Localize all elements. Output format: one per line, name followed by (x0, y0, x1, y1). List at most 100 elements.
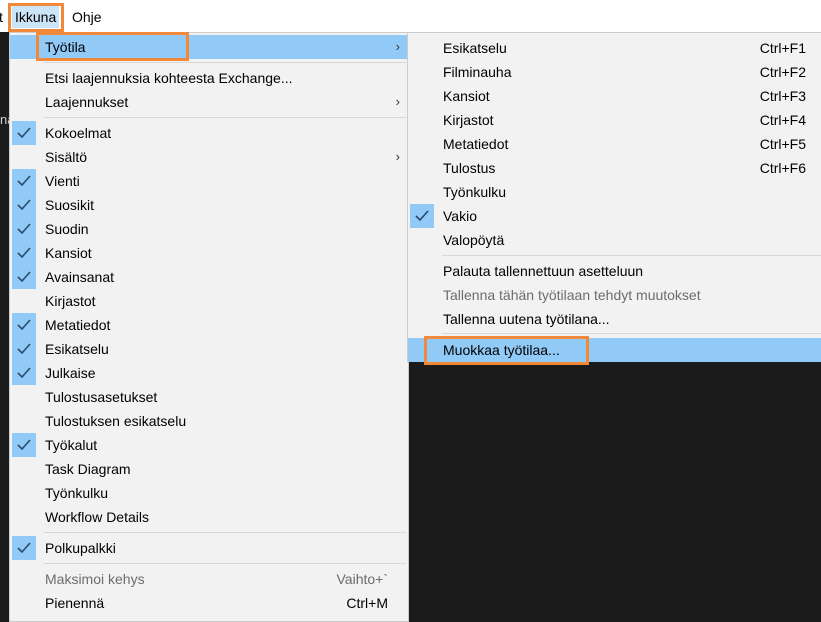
checkmark-icon (410, 204, 434, 228)
menu-item-vienti[interactable]: Vienti (10, 169, 408, 193)
menu-item-label: Vienti (45, 173, 80, 189)
menu-item-shortcut: Vaihto+` (336, 571, 389, 587)
menu-bar-item-help[interactable]: Ohje (69, 6, 105, 28)
menu-item-tyotila[interactable]: Työtila › (10, 35, 408, 59)
workspace-submenu: Esikatselu Ctrl+F1 Filminauha Ctrl+F2 Kansio… (407, 32, 821, 362)
menu-item-label: Työkalut (45, 437, 98, 453)
menu-item-shortcut: Ctrl+F3 (759, 88, 806, 104)
menu-item-kirjastot[interactable]: Kirjastot Ctrl+F4 (408, 108, 821, 132)
menu-item-kokoelmat[interactable]: Kokoelmat (10, 121, 408, 145)
menu-item-tallenna-tahan-tyotilaan-tehdyt-muutokset[interactable]: Tallenna tähän työtilaan tehdyt muutokse… (408, 283, 821, 307)
menu-item-shortcut: Ctrl+F2 (759, 64, 806, 80)
menu-item-label: Työnkulku (45, 485, 109, 501)
menu-separator (44, 117, 406, 118)
menu-item-label: Kokoelmat (45, 125, 112, 141)
menu-item-shortcut: Ctrl+M (346, 595, 388, 611)
menu-item-pienenna[interactable]: Pienennä Ctrl+M (10, 591, 408, 615)
menu-item-maksimoi-kehys[interactable]: Maksimoi kehys Vaihto+` (10, 567, 408, 591)
menu-item-label: Workflow Details (45, 509, 149, 525)
menu-item-esikatselu[interactable]: Esikatselu Ctrl+F1 (408, 36, 821, 60)
menu-item-label: Kirjastot (45, 293, 96, 309)
menu-item-esikatselu[interactable]: Esikatselu (10, 337, 408, 361)
menu-item-label: Kansiot (45, 245, 92, 261)
menu-item-tallenna-uutena-tyotilana[interactable]: Tallenna uutena työtilana... (408, 307, 821, 331)
menu-item-tulostusasetukset[interactable]: Tulostusasetukset (10, 385, 408, 409)
menu-item-label: Työnkulku (443, 184, 507, 200)
menu-item-shortcut: Ctrl+F1 (759, 40, 806, 56)
window-menu: Työtila › Etsi laajennuksia kohteesta Exch… (9, 32, 409, 622)
menu-separator (442, 333, 821, 334)
menu-item-sisalto[interactable]: Sisältö › (10, 145, 408, 169)
menu-item-tyokalut[interactable]: Työkalut (10, 433, 408, 457)
menu-item-label: Laajennukset (45, 94, 129, 110)
chevron-right-icon: › (395, 149, 400, 164)
menu-item-label: Polkupalkki (45, 540, 116, 556)
menu-item-metatiedot[interactable]: Metatiedot (10, 313, 408, 337)
menu-item-label: Tulostus (443, 160, 496, 176)
menu-separator (44, 532, 406, 533)
menu-item-label: Filminauha (443, 64, 512, 80)
checkmark-icon (12, 193, 36, 217)
checkmark-icon (12, 241, 36, 265)
menu-item-shortcut: Ctrl+F4 (759, 112, 806, 128)
menu-item-label: Vakio (443, 208, 477, 224)
menu-item-avainsanat[interactable]: Avainsanat (10, 265, 408, 289)
menu-item-polkupalkki[interactable]: Polkupalkki (10, 536, 408, 560)
menu-item-vakio[interactable]: Vakio (408, 204, 821, 228)
menu-item-etsi-laajennuksia-kohteesta-exchange[interactable]: Etsi laajennuksia kohteesta Exchange... (10, 66, 408, 90)
menu-bar-item-window[interactable]: Ikkuna (12, 6, 60, 28)
menu-item-suosikit[interactable]: Suosikit (10, 193, 408, 217)
checkmark-icon (12, 361, 36, 385)
menu-item-task-diagram[interactable]: Task Diagram (10, 457, 408, 481)
menu-item-muokkaa-tyotilaa[interactable]: Muokkaa työtilaa... (408, 338, 821, 362)
checkmark-icon (12, 265, 36, 289)
checkmark-icon (12, 433, 36, 457)
menu-bar-item-partial[interactable]: t (0, 6, 6, 28)
menu-item-label: Sisältö (45, 149, 88, 165)
menu-item-label: Valopöytä (443, 232, 505, 248)
menu-item-laajennukset[interactable]: Laajennukset › (10, 90, 408, 114)
menu-item-kansiot[interactable]: Kansiot (10, 241, 408, 265)
checkmark-icon (12, 121, 36, 145)
menu-item-label: Tallenna tähän työtilaan tehdyt muutokse… (443, 287, 701, 303)
menu-item-label: Esikatselu (443, 40, 507, 56)
menu-item-tulostuksen-esikatselu[interactable]: Tulostuksen esikatselu (10, 409, 408, 433)
menu-item-label: Työtila (45, 39, 86, 55)
menu-item-shortcut: Ctrl+F5 (759, 136, 806, 152)
menu-item-shortcut: Ctrl+F6 (759, 160, 806, 176)
menu-bar: t Ikkuna Ohje (0, 0, 821, 32)
menu-item-label: Julkaise (45, 365, 96, 381)
menu-item-filminauha[interactable]: Filminauha Ctrl+F2 (408, 60, 821, 84)
menu-item-valopoyta[interactable]: Valopöytä (408, 228, 821, 252)
menu-item-label: Suosikit (45, 197, 95, 213)
menu-item-label: Tulostuksen esikatselu (45, 413, 187, 429)
menu-item-label: Pienennä (45, 595, 105, 611)
menu-item-label: Metatiedot (45, 317, 111, 333)
menu-item-label: Palauta tallennettuun asetteluun (443, 263, 644, 279)
menu-item-metatiedot[interactable]: Metatiedot Ctrl+F5 (408, 132, 821, 156)
menu-item-label: Kirjastot (443, 112, 494, 128)
menu-item-label: Metatiedot (443, 136, 509, 152)
menu-item-suodin[interactable]: Suodin (10, 217, 408, 241)
menu-item-label: Maksimoi kehys (45, 571, 145, 587)
menu-item-label: Task Diagram (45, 461, 131, 477)
menu-item-palauta-tallennettuun-asetteluun[interactable]: Palauta tallennettuun asetteluun (408, 259, 821, 283)
menu-item-kansiot[interactable]: Kansiot Ctrl+F3 (408, 84, 821, 108)
chevron-right-icon: › (395, 94, 400, 109)
menu-separator (442, 255, 821, 256)
checkmark-icon (12, 337, 36, 361)
menu-item-julkaise[interactable]: Julkaise (10, 361, 408, 385)
menu-item-tyonkulku[interactable]: Työnkulku (408, 180, 821, 204)
menu-item-tyonkulku[interactable]: Työnkulku (10, 481, 408, 505)
menu-item-label: Avainsanat (45, 269, 115, 285)
checkmark-icon (12, 169, 36, 193)
checkmark-icon (12, 536, 36, 560)
checkmark-icon (12, 217, 36, 241)
menu-item-label: Tallenna uutena työtilana... (443, 311, 610, 327)
menu-separator (44, 62, 406, 63)
menu-item-tulostus[interactable]: Tulostus Ctrl+F6 (408, 156, 821, 180)
menu-item-label: Tulostusasetukset (45, 389, 158, 405)
menu-item-kirjastot[interactable]: Kirjastot (10, 289, 408, 313)
menu-item-workflow-details[interactable]: Workflow Details (10, 505, 408, 529)
menu-item-label: Etsi laajennuksia kohteesta Exchange... (45, 70, 293, 86)
